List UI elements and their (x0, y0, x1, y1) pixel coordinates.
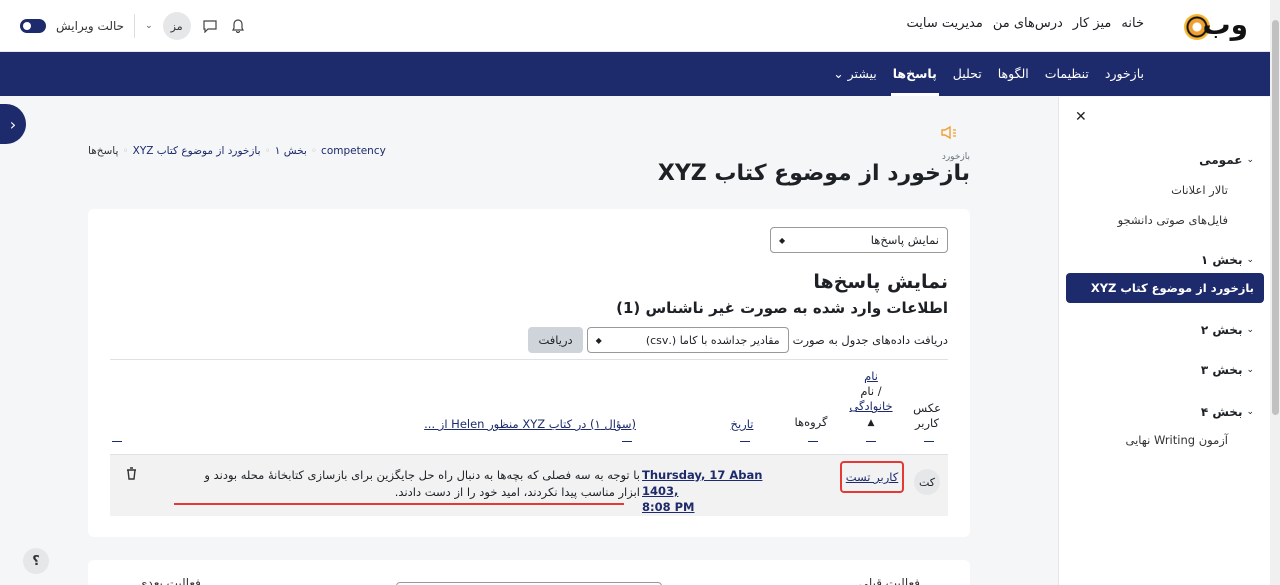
chevron-down-icon: ⌄ (1246, 255, 1254, 265)
next-activity-link[interactable]: فعالیت بعدی (138, 576, 201, 585)
col-hide-control[interactable] (740, 441, 750, 442)
course-index-drawer: ✕ ⌄ عمومی تالار اعلانات فایل‌های صوتی دا… (1058, 97, 1270, 585)
previous-activity-link[interactable]: فعالیت قبلی (859, 576, 920, 585)
download-label: دریافت داده‌های جدول به صورت (792, 333, 948, 347)
col-hide-control[interactable] (622, 441, 632, 442)
top-navbar: وب خانه میز کار درس‌های من مدیریت سایت ح… (0, 0, 1270, 52)
tab-responses[interactable]: پاسخ‌ها (885, 52, 945, 96)
section-general[interactable]: ⌄ عمومی (1199, 153, 1254, 167)
breadcrumb-separator: ◦ (264, 145, 271, 157)
user-picture[interactable]: کت (914, 469, 940, 495)
user-profile-link[interactable]: کاربر تست (846, 470, 899, 484)
select-arrow-icon: ◆ (595, 335, 602, 345)
open-block-drawer-button[interactable]: › (0, 104, 26, 144)
download-format-select[interactable]: مقادیر جداشده با کاما (.csv) ◆ (586, 327, 789, 353)
primary-nav: خانه میز کار درس‌های من مدیریت سایت (907, 16, 1144, 31)
section-4[interactable]: ⌄ بخش ۴ (1201, 405, 1254, 419)
col-hide-control[interactable] (808, 441, 818, 442)
col-header-picture: عکس کاربر (913, 401, 941, 430)
breadcrumb-separator: ◦ (122, 145, 129, 157)
sort-lastname-link[interactable]: خانوادگی (849, 399, 892, 413)
sort-question-link[interactable]: (سؤال ۱) در کتاب XYZ منظور Helen از ... (424, 417, 636, 431)
breadcrumb-separator: ◦ (310, 145, 318, 157)
nav-home[interactable]: خانه (1121, 16, 1144, 31)
breadcrumb-activity[interactable]: بازخورد از موضوع کتاب XYZ (133, 145, 261, 157)
breadcrumb-course[interactable]: competency (321, 145, 386, 157)
breadcrumb: competency ◦ بخش ۱ ◦ بازخورد از موضوع کت… (88, 145, 386, 157)
col-header-name: نام / نام خانوادگی ▲ (849, 369, 893, 428)
logo-text: وب (1202, 8, 1250, 41)
tab-more[interactable]: بیشتر ⌄ (825, 52, 885, 96)
tab-templates[interactable]: الگوها (990, 52, 1037, 96)
chevron-right-icon: › (9, 114, 17, 134)
user-avatar[interactable]: مز (162, 12, 191, 40)
answer-underline-annotation (174, 503, 624, 505)
chevron-down-icon: ⌄ (1246, 407, 1254, 417)
col-hide-control[interactable] (866, 441, 876, 442)
delete-trash-icon[interactable] (126, 467, 137, 484)
activity-navigation: فعالیت قبلی فعالیت بعدی (88, 560, 970, 585)
chevron-down-icon: ⌄ (1246, 155, 1254, 165)
view-select[interactable]: نمایش پاسخ‌ها ◆ (770, 227, 948, 253)
breadcrumb-section[interactable]: بخش ۱ (275, 145, 307, 157)
responses-card: نمایش پاسخ‌ها ◆ نمایش پاسخ‌ها اطلاعات وا… (88, 209, 970, 537)
col-header-groups: گروه‌ها (794, 415, 828, 429)
site-logo[interactable]: وب (1178, 6, 1250, 46)
page-scrollbar[interactable] (1270, 0, 1280, 585)
messages-icon[interactable] (201, 17, 219, 35)
link-student-audio-files[interactable]: فایل‌های صوتی دانشجو (1118, 213, 1228, 227)
user-name-cell: کاربر تست (840, 461, 904, 493)
sort-date-link[interactable]: تاریخ (731, 417, 754, 431)
nav-dashboard[interactable]: میز کار (1073, 16, 1112, 31)
breadcrumb-current: پاسخ‌ها (88, 145, 119, 157)
col-header-question: (سؤال ۱) در کتاب XYZ منظور Helen از ... (356, 417, 636, 431)
sort-firstname-link[interactable]: نام (864, 369, 878, 383)
main-region: بازخورد بازخورد از موضوع کتاب XYZ compet… (88, 97, 970, 585)
chevron-down-icon: ⌄ (1246, 365, 1254, 375)
section-3[interactable]: ⌄ بخش ۳ (1201, 363, 1254, 377)
col-header-date: تاریخ (712, 417, 772, 431)
download-button[interactable]: دریافت (528, 327, 583, 353)
chevron-down-icon[interactable]: ⌄ (145, 21, 153, 31)
non-anonymous-heading: اطلاعات وارد شده به صورت غیر ناشناس (1) (616, 299, 948, 317)
select-arrow-icon: ◆ (779, 235, 786, 245)
notification-bell-icon[interactable] (229, 17, 247, 35)
nav-my-courses[interactable]: درس‌های من (993, 16, 1063, 31)
nav-site-admin[interactable]: مدیریت سایت (907, 16, 983, 31)
col-hide-control[interactable] (112, 441, 122, 442)
link-announcements[interactable]: تالار اعلانات (1171, 183, 1228, 197)
course-index-active-item[interactable]: بازخورد از موضوع کتاب XYZ (1066, 273, 1264, 303)
tab-feedback[interactable]: بازخورد (1097, 52, 1152, 96)
sort-asc-icon: ▲ (867, 418, 875, 428)
response-answer: با توجه به سه فصلی که بچه‌ها به دنبال را… (204, 468, 640, 499)
section-1[interactable]: ⌄ بخش ۱ (1201, 253, 1254, 267)
tab-analysis[interactable]: تحلیل (945, 52, 990, 96)
response-date-link[interactable]: Thursday, 17 Aban 1403, 8:08 PM (642, 467, 772, 515)
divider (134, 14, 136, 38)
table-top-border (110, 359, 948, 360)
section-2[interactable]: ⌄ بخش ۲ (1201, 323, 1254, 337)
edit-mode-toggle[interactable] (20, 19, 46, 33)
link-final-writing-exam[interactable]: آزمون Writing نهایی (1126, 433, 1228, 447)
chevron-down-icon: ⌄ (1246, 325, 1254, 335)
scrollbar-thumb[interactable] (1272, 20, 1279, 415)
tab-settings[interactable]: تنظیمات (1037, 52, 1097, 96)
edit-mode-label: حالت ویرایش (56, 19, 125, 33)
secondary-nav: بازخورد تنظیمات الگوها تحلیل پاسخ‌ها بیش… (0, 52, 1270, 96)
page-title: بازخورد از موضوع کتاب XYZ (657, 161, 970, 186)
responses-heading: نمایش پاسخ‌ها (813, 271, 948, 293)
download-row: دریافت داده‌های جدول به صورت مقادیر جداش… (528, 327, 948, 353)
close-icon[interactable]: ✕ (1075, 109, 1087, 125)
col-hide-control[interactable] (924, 441, 934, 442)
feedback-megaphone-icon (940, 125, 958, 145)
help-button[interactable]: ؟ (23, 548, 49, 574)
user-controls: حالت ویرایش ⌄ مز (20, 12, 247, 40)
